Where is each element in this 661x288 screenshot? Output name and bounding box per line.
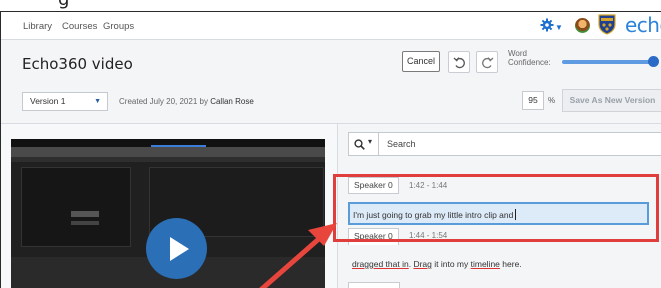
annotation-arrow-icon [259, 223, 337, 288]
echo360-window: Library Courses Groups ▼ ech Echo360 vid… [0, 11, 661, 288]
top-caption: g [0, 0, 661, 11]
caption-text: g [58, 0, 69, 10]
